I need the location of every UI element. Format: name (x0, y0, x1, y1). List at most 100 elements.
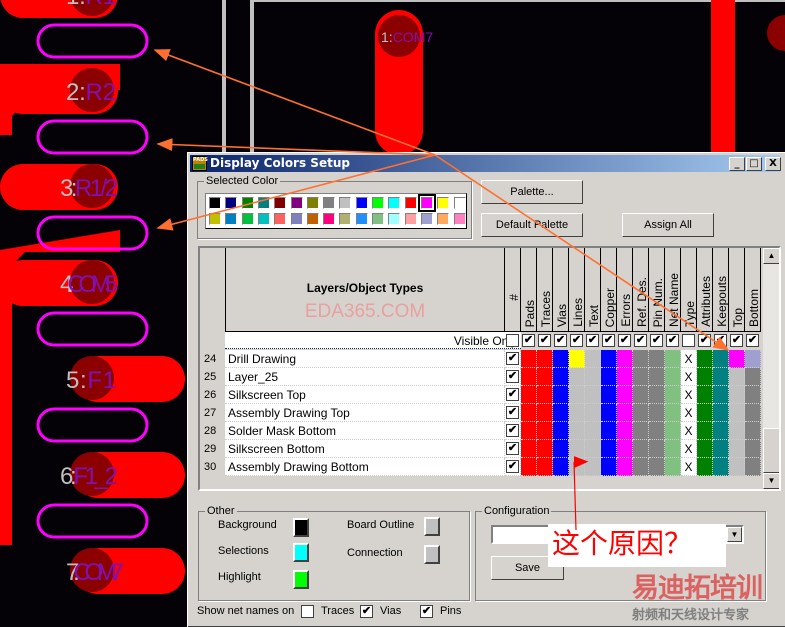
visible-only-checkbox[interactable]: ✔ (570, 334, 583, 347)
layer-visible-checkbox[interactable]: ✔ (506, 370, 519, 383)
color-cell[interactable] (745, 404, 761, 422)
palette-swatch[interactable] (241, 213, 254, 225)
color-cell[interactable] (601, 404, 617, 422)
color-cell[interactable] (729, 368, 745, 386)
color-cell[interactable] (537, 368, 553, 386)
vertical-scrollbar[interactable]: ▲ ▼ (763, 248, 779, 489)
color-cell[interactable] (633, 458, 649, 476)
color-cell[interactable] (553, 404, 569, 422)
palette-swatch[interactable] (339, 197, 352, 209)
palette-swatch[interactable] (306, 197, 319, 209)
scroll-thumb[interactable] (763, 428, 779, 473)
palette-swatch[interactable] (404, 213, 417, 225)
color-cell[interactable] (649, 368, 665, 386)
color-cell[interactable] (649, 386, 665, 404)
color-cell[interactable] (601, 440, 617, 458)
pins-checkbox[interactable]: ✔ (420, 605, 433, 618)
palette-swatch[interactable] (453, 197, 466, 209)
palette-swatch[interactable] (372, 197, 384, 209)
layer-name[interactable]: Assembly Drawing Bottom (225, 458, 505, 476)
palette-swatch[interactable] (241, 197, 254, 209)
color-cell[interactable] (665, 404, 681, 422)
visible-only-checkbox[interactable]: ✔ (666, 334, 679, 347)
color-cell[interactable] (633, 386, 649, 404)
color-cell[interactable] (537, 440, 553, 458)
traces-checkbox[interactable] (301, 605, 314, 618)
palette-swatch[interactable] (290, 197, 303, 209)
palette-swatch[interactable] (257, 197, 270, 209)
palette-swatch[interactable] (417, 194, 436, 212)
type-cell[interactable]: X (681, 458, 697, 476)
color-cell[interactable] (617, 422, 633, 440)
layer-name[interactable]: Solder Mask Bottom (225, 422, 505, 440)
palette-swatch[interactable] (306, 213, 319, 225)
color-cell[interactable] (521, 386, 537, 404)
color-cell[interactable] (521, 404, 537, 422)
color-cell[interactable] (745, 440, 761, 458)
color-cell[interactable] (633, 404, 649, 422)
layer-name[interactable]: Silkscreen Bottom (225, 440, 505, 458)
color-cell[interactable] (729, 458, 745, 476)
layer-name[interactable]: Silkscreen Top (225, 386, 505, 404)
color-cell[interactable] (665, 458, 681, 476)
color-cell[interactable] (521, 422, 537, 440)
visible-only-checkbox[interactable]: ✔ (714, 334, 727, 347)
visible-only-hash-checkbox[interactable] (506, 334, 519, 347)
scroll-up-button[interactable]: ▲ (763, 248, 779, 264)
color-cell[interactable] (569, 386, 585, 404)
color-cell[interactable] (585, 350, 601, 368)
color-cell[interactable] (697, 458, 713, 476)
color-cell[interactable] (713, 422, 729, 440)
color-cell[interactable] (649, 404, 665, 422)
close-button[interactable]: X (765, 157, 781, 171)
layer-visible-checkbox[interactable]: ✔ (506, 388, 519, 401)
color-cell[interactable] (649, 350, 665, 368)
color-cell[interactable] (633, 422, 649, 440)
color-cell[interactable] (729, 386, 745, 404)
color-cell[interactable] (649, 422, 665, 440)
palette-swatch[interactable] (355, 197, 368, 209)
color-cell[interactable] (537, 458, 553, 476)
minimize-button[interactable]: _ (729, 157, 745, 171)
color-cell[interactable] (521, 440, 537, 458)
default-palette-button[interactable]: Default Palette (481, 213, 583, 237)
visible-only-checkbox[interactable] (682, 334, 695, 347)
visible-only-checkbox[interactable]: ✔ (730, 334, 743, 347)
type-cell[interactable]: X (681, 368, 697, 386)
color-cell[interactable] (617, 458, 633, 476)
color-cell[interactable] (537, 422, 553, 440)
type-cell[interactable]: X (681, 386, 697, 404)
other-color-swatch[interactable] (424, 545, 440, 564)
palette-swatch[interactable] (290, 213, 303, 225)
vias-checkbox[interactable]: ✔ (360, 605, 373, 618)
type-cell[interactable]: X (681, 422, 697, 440)
color-cell[interactable] (601, 368, 617, 386)
color-cell[interactable] (569, 422, 585, 440)
color-cell[interactable] (585, 386, 601, 404)
color-cell[interactable] (729, 440, 745, 458)
color-cell[interactable] (585, 458, 601, 476)
palette-swatch[interactable] (257, 213, 270, 225)
color-cell[interactable] (553, 422, 569, 440)
color-cell[interactable] (713, 386, 729, 404)
color-cell[interactable] (553, 368, 569, 386)
color-cell[interactable] (729, 422, 745, 440)
color-cell[interactable] (585, 404, 601, 422)
dialog-title-bar[interactable]: PADS Display Colors Setup _ □ X (190, 155, 781, 172)
color-cell[interactable] (745, 422, 761, 440)
color-cell[interactable] (569, 404, 585, 422)
palette-button[interactable]: Palette... (481, 180, 583, 204)
visible-only-checkbox[interactable]: ✔ (698, 334, 711, 347)
color-cell[interactable] (713, 458, 729, 476)
color-cell[interactable] (665, 422, 681, 440)
layer-visible-checkbox[interactable]: ✔ (506, 406, 519, 419)
color-cell[interactable] (633, 368, 649, 386)
color-cell[interactable] (601, 350, 617, 368)
visible-only-checkbox[interactable]: ✔ (554, 334, 567, 347)
color-cell[interactable] (713, 440, 729, 458)
palette-swatch[interactable] (388, 213, 401, 225)
palette-swatch[interactable] (274, 213, 287, 225)
color-cell[interactable] (697, 368, 713, 386)
color-cell[interactable] (729, 404, 745, 422)
color-cell[interactable] (601, 422, 617, 440)
